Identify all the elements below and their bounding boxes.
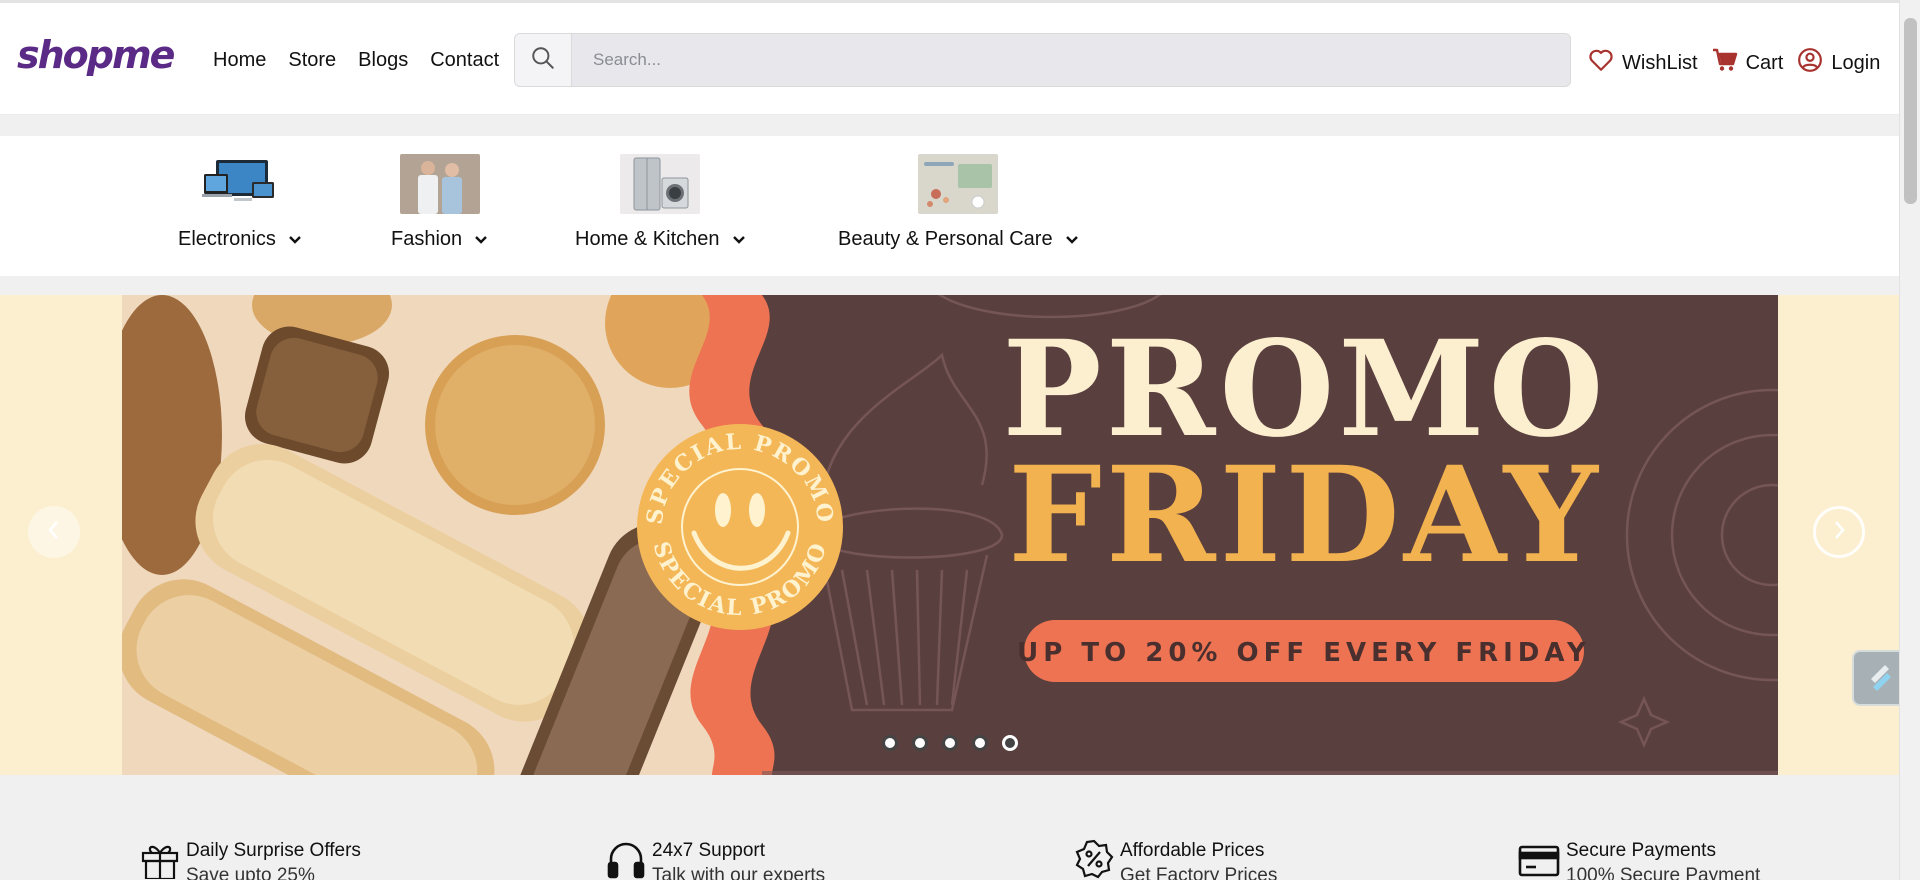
electronics-image <box>199 154 280 214</box>
chevron-down-icon <box>288 228 302 251</box>
nav-home[interactable]: Home <box>213 49 266 72</box>
search-bar <box>514 33 1571 87</box>
beauty-image <box>918 154 999 214</box>
chevron-down-icon <box>474 228 488 251</box>
login-label: Login <box>1831 51 1881 74</box>
chevron-down-icon <box>732 228 746 251</box>
service-subtitle: Get Factory Prices <box>1120 865 1278 880</box>
carousel-dot-3[interactable] <box>942 735 958 751</box>
promo-banner[interactable]: SPECIAL PROMO SPECIAL PROMO PROMO FRIDAY… <box>122 295 1778 775</box>
cart-label: Cart <box>1745 51 1784 74</box>
category-label: Beauty & Personal Care <box>838 228 1053 250</box>
service-offers: Daily Surprise Offers Save upto 25% <box>140 839 361 880</box>
lightning-icon <box>1863 659 1897 698</box>
category-bar: Electronics Fashion Home & Kitchen Beaut… <box>0 136 1899 276</box>
header-actions: WishList Cart Login <box>1588 47 1894 79</box>
service-payments: Secure Payments 100% Secure Payment <box>1518 839 1760 880</box>
scrollbar-thumb[interactable] <box>1904 18 1917 204</box>
service-title: 24x7 Support <box>652 840 766 861</box>
gift-icon <box>140 839 180 880</box>
headphones-icon <box>606 839 646 880</box>
page: shopme Home Store Blogs Contact Search..… <box>0 0 1899 880</box>
page-scrollbar[interactable] <box>1899 0 1920 880</box>
service-title: Affordable Prices <box>1120 840 1265 861</box>
category-beauty[interactable]: Beauty & Personal Care <box>838 154 1079 251</box>
category-electronics[interactable]: Electronics <box>178 154 302 251</box>
user-icon <box>1797 47 1823 79</box>
credit-card-icon <box>1518 839 1560 880</box>
category-label: Fashion <box>391 228 463 250</box>
discount-badge-icon <box>1074 839 1114 880</box>
carousel-dot-4[interactable] <box>972 735 988 751</box>
chevron-right-icon <box>1831 519 1847 546</box>
service-title: Daily Surprise Offers <box>186 840 361 861</box>
carousel-dot-1[interactable] <box>882 735 898 751</box>
category-home-kitchen[interactable]: Home & Kitchen <box>575 154 746 251</box>
home-kitchen-image <box>620 154 701 214</box>
nav-contact[interactable]: Contact <box>430 49 499 72</box>
logo[interactable]: shopme <box>17 33 175 77</box>
chevron-left-icon <box>46 519 62 546</box>
service-support: 24x7 Support Talk with our experts <box>606 839 825 880</box>
category-label: Electronics <box>178 228 276 250</box>
search-input[interactable] <box>573 34 1570 86</box>
category-fashion[interactable]: Fashion <box>391 154 488 251</box>
carousel-dot-2[interactable] <box>912 735 928 751</box>
carousel-indicators <box>882 735 1018 751</box>
floating-widget-button[interactable] <box>1852 650 1899 706</box>
wishlist-label: WishList <box>1622 51 1698 74</box>
fashion-image <box>399 154 480 214</box>
services-strip: Daily Surprise Offers Save upto 25% 24x7… <box>0 775 1899 880</box>
carousel-dot-5[interactable] <box>1002 735 1018 751</box>
search-button[interactable] <box>515 34 572 86</box>
nav-store[interactable]: Store <box>288 49 336 72</box>
wishlist-link[interactable]: WishList <box>1588 48 1698 78</box>
service-subtitle: Talk with our experts <box>652 865 826 880</box>
login-link[interactable]: Login <box>1797 47 1880 79</box>
heart-icon <box>1588 48 1614 78</box>
cart-icon <box>1712 48 1738 78</box>
service-title: Secure Payments <box>1566 840 1716 861</box>
headline-friday: FRIDAY <box>1008 438 1602 593</box>
header: shopme Home Store Blogs Contact Search..… <box>0 3 1899 115</box>
promo-banner-artwork: SPECIAL PROMO SPECIAL PROMO PROMO FRIDAY… <box>122 295 1778 775</box>
service-prices: Affordable Prices Get Factory Prices <box>1074 839 1277 880</box>
category-label: Home & Kitchen <box>575 228 720 250</box>
main-nav: Home Store Blogs Contact <box>213 49 499 72</box>
carousel-prev-button[interactable] <box>28 506 80 558</box>
search-icon <box>530 45 556 76</box>
chevron-down-icon <box>1065 228 1079 251</box>
service-subtitle: Save upto 25% <box>186 865 315 880</box>
cart-link[interactable]: Cart <box>1712 48 1784 78</box>
service-subtitle: 100% Secure Payment <box>1566 865 1761 880</box>
nav-blogs[interactable]: Blogs <box>358 49 408 72</box>
carousel-next-button[interactable] <box>1813 506 1865 558</box>
cta-text: UP TO 20% OFF EVERY FRIDAY <box>1017 638 1591 668</box>
